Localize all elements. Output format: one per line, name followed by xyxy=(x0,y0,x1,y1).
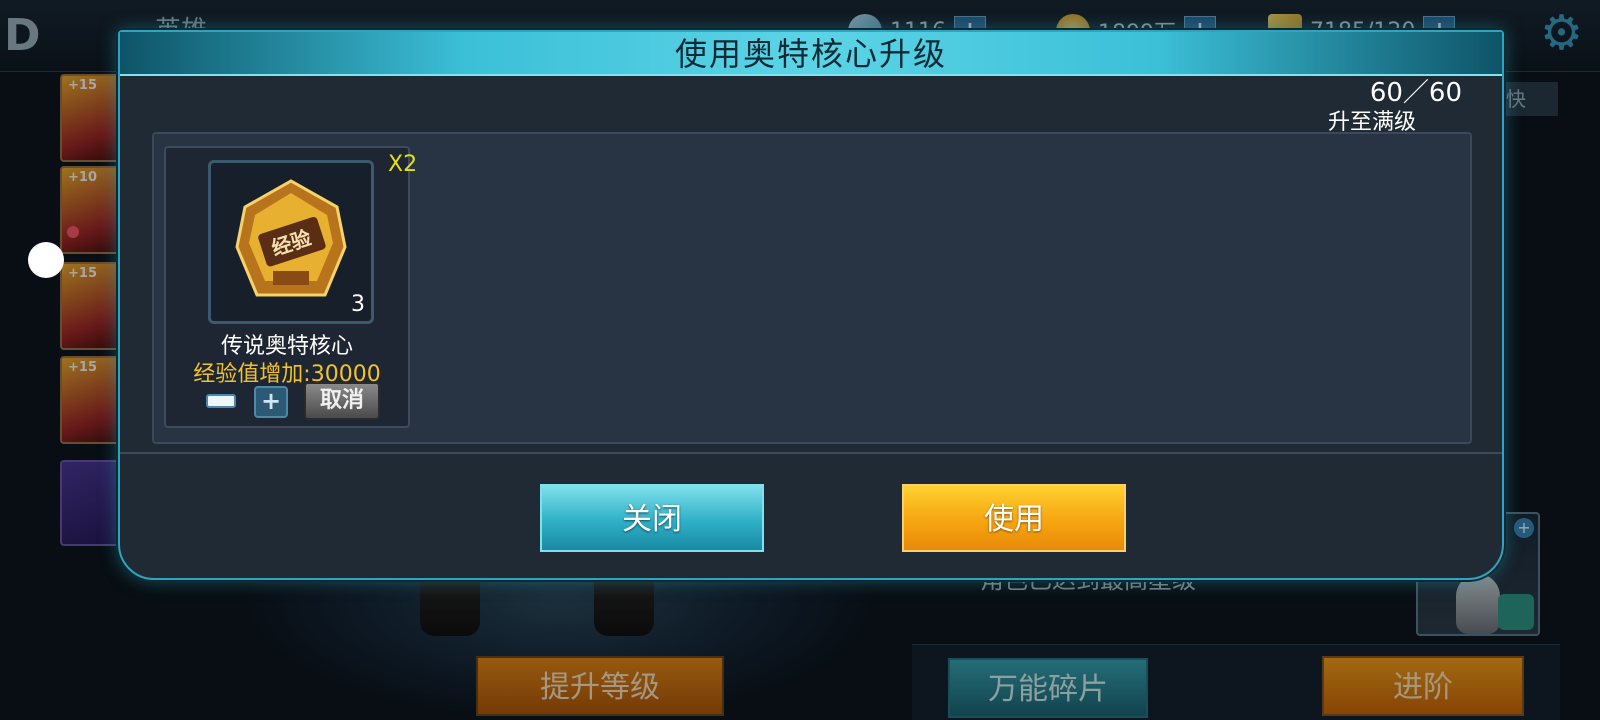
item-multiplier: X2 xyxy=(388,152,418,177)
dialog-header: 使用奥特核心升级 xyxy=(120,32,1502,76)
close-button[interactable]: 关闭 xyxy=(540,484,764,552)
increase-button[interactable]: + xyxy=(254,386,288,418)
core-item-icon[interactable]: 经验 3 xyxy=(208,160,374,324)
items-panel: 经验 3 X2 传说奥特核心 经验值增加:30000 + 取消 xyxy=(152,132,1472,444)
item-card[interactable]: 经验 3 X2 传说奥特核心 经验值增加:30000 + 取消 xyxy=(164,146,417,428)
use-button[interactable]: 使用 xyxy=(902,484,1126,552)
item-stock-count: 3 xyxy=(351,292,365,317)
divider xyxy=(120,452,1502,454)
dialog-title: 使用奥特核心升级 xyxy=(674,35,947,73)
decrease-button[interactable] xyxy=(206,394,236,408)
upgrade-dialog: 使用奥特核心升级 60／60 升至满级 经验 3 X2 传说奥特核心 经验值增加… xyxy=(118,30,1504,580)
floating-touch-dot[interactable] xyxy=(28,242,64,278)
exp-core-icon: 经验 xyxy=(235,179,347,297)
cancel-button[interactable]: 取消 xyxy=(304,382,380,420)
